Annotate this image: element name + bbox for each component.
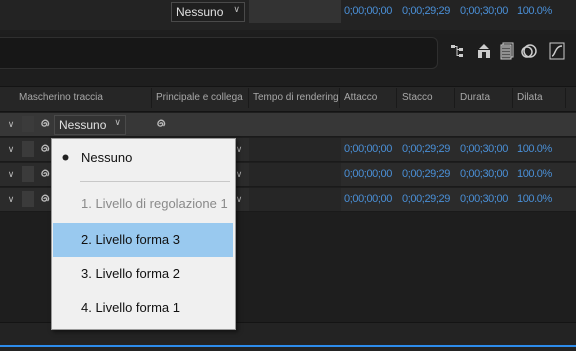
pick-whip-icon[interactable]: [37, 191, 51, 207]
in-cell[interactable]: 0;00;00;00: [344, 193, 392, 205]
pick-whip-icon[interactable]: [37, 141, 51, 157]
graph-editor-icon[interactable]: [546, 39, 568, 63]
track-matte-swatch: [22, 141, 34, 157]
header-in[interactable]: Attacco: [344, 92, 377, 103]
in-cell[interactable]: 0;00;00;00: [344, 5, 392, 17]
parent-dropdown[interactable]: Nessuno ∨: [171, 2, 245, 22]
out-cell[interactable]: 0;00;29;29: [402, 5, 450, 17]
frame-blending-icon[interactable]: [496, 39, 518, 63]
duration-cell[interactable]: 0;00;30;00: [460, 143, 508, 155]
layer-row[interactable]: ∨ Nessuno ∨: [0, 113, 576, 137]
menu-divider: [80, 181, 230, 182]
stretch-cell[interactable]: 100.0%: [517, 143, 552, 155]
checkmark-dot-icon: [62, 154, 69, 161]
chevron-down-icon[interactable]: ∨: [5, 191, 17, 207]
chevron-down-icon: ∨: [233, 4, 240, 14]
chevron-down-icon[interactable]: ∨: [5, 141, 17, 157]
duration-cell[interactable]: 0;00;30;00: [460, 5, 508, 17]
render-time-cell: [249, 138, 341, 161]
menu-item-label: 1. Livello di regolazione 1: [81, 196, 228, 211]
header-parent[interactable]: Principale e collega: [156, 92, 243, 103]
chevron-down-icon[interactable]: ∨: [5, 166, 17, 182]
menu-item-label: 2. Livello forma 3: [81, 232, 180, 247]
pick-whip-icon[interactable]: [37, 116, 51, 132]
track-matte-dropdown[interactable]: Nessuno ∨: [54, 115, 126, 135]
menu-item-label: 4. Livello forma 1: [81, 300, 180, 315]
duration-cell[interactable]: 0;00;30;00: [460, 168, 508, 180]
stretch-cell[interactable]: 100.0%: [517, 5, 552, 17]
in-cell[interactable]: 0;00;00;00: [344, 143, 392, 155]
header-render-time[interactable]: Tempo di rendering: [253, 92, 339, 103]
menu-item-shape-layer-2[interactable]: 3. Livello forma 2: [53, 257, 233, 291]
chevron-down-icon[interactable]: ∨: [5, 116, 17, 132]
track-matte-value: Nessuno: [59, 118, 107, 132]
in-cell[interactable]: 0;00;00;00: [344, 168, 392, 180]
header-out[interactable]: Stacco: [402, 92, 433, 103]
render-time-cell: [249, 163, 341, 186]
menu-item-adjustment-layer: 1. Livello di regolazione 1: [53, 187, 233, 221]
track-matte-swatch: [22, 116, 34, 132]
chevron-down-icon: ∨: [114, 117, 121, 127]
menu-item-shape-layer-3[interactable]: 2. Livello forma 3: [53, 223, 233, 257]
shy-icon[interactable]: [473, 39, 495, 63]
header-stretch[interactable]: Dilata: [517, 92, 543, 103]
duration-cell[interactable]: 0;00;30;00: [460, 193, 508, 205]
stretch-cell[interactable]: 100.0%: [517, 193, 552, 205]
accent-line: [0, 345, 576, 347]
pick-whip-icon[interactable]: [37, 166, 51, 182]
render-time-cell: [249, 188, 341, 211]
menu-item-shape-layer-1[interactable]: 4. Livello forma 1: [53, 291, 233, 325]
column-header-row: Mascherino traccia Principale e collega …: [0, 86, 576, 112]
header-mask[interactable]: Mascherino traccia: [19, 92, 103, 103]
motion-blur-icon[interactable]: [518, 39, 540, 63]
header-duration[interactable]: Durata: [460, 92, 490, 103]
stretch-cell[interactable]: 100.0%: [517, 168, 552, 180]
menu-item-label: Nessuno: [81, 150, 133, 165]
out-cell[interactable]: 0;00;29;29: [402, 193, 450, 205]
flowchart-icon[interactable]: [447, 39, 469, 63]
track-matte-swatch: [22, 166, 34, 182]
search-input[interactable]: [0, 37, 438, 69]
parent-dropdown-menu: Nessuno 1. Livello di regolazione 1 2. L…: [51, 138, 236, 330]
parent-pick-whip-icon[interactable]: [153, 116, 167, 132]
parent-value: Nessuno: [176, 5, 224, 19]
track-matte-swatch: [22, 191, 34, 207]
out-cell[interactable]: 0;00;29;29: [402, 143, 450, 155]
menu-item-label: 3. Livello forma 2: [81, 266, 180, 281]
menu-item-none[interactable]: Nessuno: [53, 141, 233, 175]
render-time-cell: [249, 0, 341, 23]
out-cell[interactable]: 0;00;29;29: [402, 168, 450, 180]
